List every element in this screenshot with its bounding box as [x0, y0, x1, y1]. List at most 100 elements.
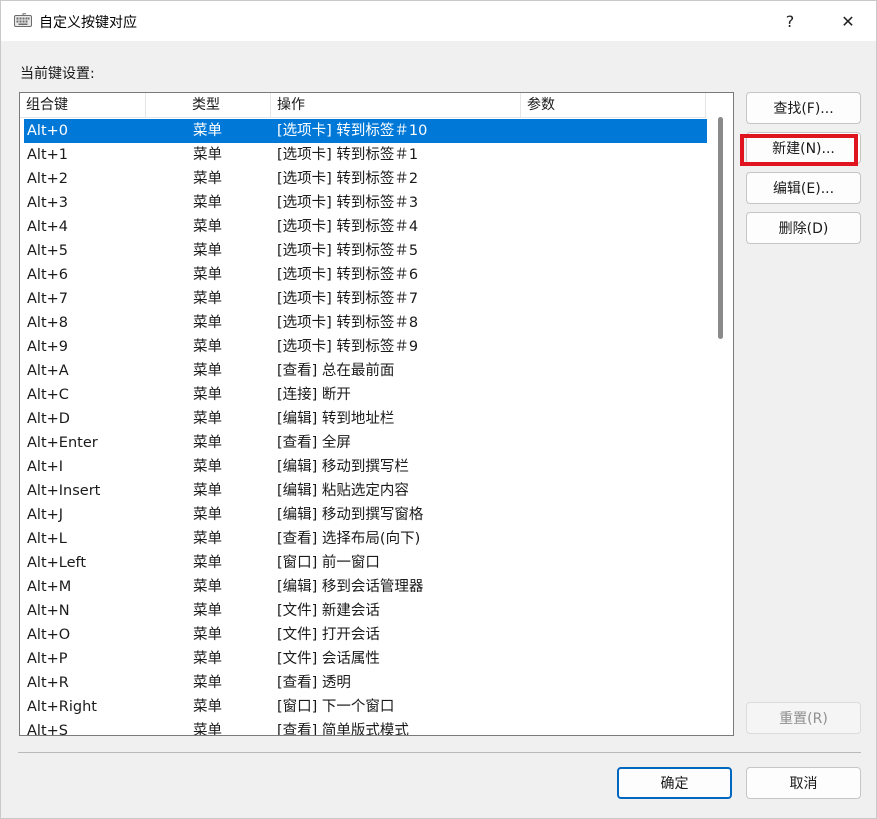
- table-row[interactable]: Alt+D 菜单 [编辑] 转到地址栏: [24, 407, 707, 431]
- row-type-cell: 菜单: [193, 315, 222, 331]
- row-type-cell: 菜单: [193, 651, 222, 667]
- table-row[interactable]: Alt+7 菜单 [选项卡] 转到标签＃7: [24, 287, 707, 311]
- row-type-cell: 菜单: [193, 555, 222, 571]
- row-type-cell: 菜单: [193, 147, 222, 163]
- row-type-cell: 菜单: [193, 243, 222, 259]
- row-action-cell: [编辑] 移动到撰写栏: [277, 459, 409, 475]
- table-row[interactable]: Alt+Right 菜单 [窗口] 下一个窗口: [24, 695, 707, 719]
- row-key-cell: Alt+9: [27, 339, 69, 355]
- row-key-cell: Alt+0: [27, 123, 69, 139]
- title-bar[interactable]: 自定义按键对应 ? ✕: [1, 1, 876, 41]
- row-key-cell: Alt+O: [27, 627, 71, 643]
- row-action-cell: [文件] 新建会话: [277, 603, 380, 619]
- table-row[interactable]: Alt+M 菜单 [编辑] 移到会话管理器: [24, 575, 707, 599]
- table-row[interactable]: Alt+R 菜单 [查看] 透明: [24, 671, 707, 695]
- ok-button[interactable]: 确定: [617, 767, 732, 799]
- row-type-cell: 菜单: [193, 267, 222, 283]
- row-key-cell: Alt+C: [27, 387, 69, 403]
- table-row[interactable]: Alt+0 菜单 [选项卡] 转到标签＃10: [24, 119, 707, 143]
- row-action-cell: [连接] 断开: [277, 387, 351, 403]
- row-key-cell: Alt+Left: [27, 555, 87, 571]
- table-row[interactable]: Alt+L 菜单 [查看] 选择布局(向下): [24, 527, 707, 551]
- scrollbar-thumb[interactable]: [718, 117, 723, 339]
- table-row[interactable]: Alt+O 菜单 [文件] 打开会话: [24, 623, 707, 647]
- key-mapping-list[interactable]: 组合键 类型 操作 参数 Alt+0 菜单 [选项卡] 转到标签＃10 Alt+1 菜单…: [19, 92, 734, 736]
- table-row[interactable]: Alt+6 菜单 [选项卡] 转到标签＃6: [24, 263, 707, 287]
- table-row[interactable]: Alt+S 菜单 [查看] 简单版式模式: [24, 719, 707, 736]
- key-mapping-dialog: 自定义按键对应 ? ✕ 当前键设置: 组合键 类型 操作 参数 Alt+0 菜单 […: [0, 0, 877, 819]
- row-action-cell: [选项卡] 转到标签＃3: [277, 195, 419, 211]
- vertical-scrollbar[interactable]: [707, 93, 733, 735]
- row-action-cell: [编辑] 粘贴选定内容: [277, 483, 409, 499]
- table-row[interactable]: Alt+Enter 菜单 [查看] 全屏: [24, 431, 707, 455]
- row-type-cell: 菜单: [193, 219, 222, 235]
- column-header-action[interactable]: 操作: [271, 93, 521, 117]
- row-type-cell: 菜单: [193, 291, 222, 307]
- row-type-cell: 菜单: [193, 507, 222, 523]
- row-action-cell: [选项卡] 转到标签＃7: [277, 291, 419, 307]
- highlight-box: [740, 134, 858, 166]
- table-row[interactable]: Alt+3 菜单 [选项卡] 转到标签＃3: [24, 191, 707, 215]
- cancel-button[interactable]: 取消: [746, 767, 861, 799]
- row-action-cell: [选项卡] 转到标签＃1: [277, 147, 419, 163]
- row-type-cell: 菜单: [193, 531, 222, 547]
- window-title: 自定义按键对应: [39, 15, 137, 31]
- row-action-cell: [文件] 会话属性: [277, 651, 380, 667]
- row-type-cell: 菜单: [193, 435, 222, 451]
- close-button[interactable]: ✕: [819, 1, 877, 41]
- row-action-cell: [查看] 选择布局(向下): [277, 531, 421, 547]
- row-key-cell: Alt+S: [27, 723, 68, 736]
- row-action-cell: [选项卡] 转到标签＃9: [277, 339, 419, 355]
- row-key-cell: Alt+1: [27, 147, 69, 163]
- row-key-cell: Alt+Insert: [27, 483, 101, 499]
- column-header-key[interactable]: 组合键: [20, 93, 146, 117]
- column-header-param[interactable]: 参数: [521, 93, 706, 117]
- row-key-cell: Alt+7: [27, 291, 69, 307]
- table-row[interactable]: Alt+P 菜单 [文件] 会话属性: [24, 647, 707, 671]
- table-row[interactable]: Alt+2 菜单 [选项卡] 转到标签＃2: [24, 167, 707, 191]
- column-header-type[interactable]: 类型: [146, 93, 271, 117]
- delete-button[interactable]: 删除(D): [746, 212, 861, 244]
- edit-button[interactable]: 编辑(E)...: [746, 172, 861, 204]
- row-type-cell: 菜单: [193, 459, 222, 475]
- table-row[interactable]: Alt+Left 菜单 [窗口] 前一窗口: [24, 551, 707, 575]
- row-key-cell: Alt+L: [27, 531, 67, 547]
- list-header: 组合键 类型 操作 参数: [20, 93, 706, 118]
- table-row[interactable]: Alt+A 菜单 [查看] 总在最前面: [24, 359, 707, 383]
- table-row[interactable]: Alt+5 菜单 [选项卡] 转到标签＃5: [24, 239, 707, 263]
- reset-button[interactable]: 重置(R): [746, 702, 861, 734]
- row-type-cell: 菜单: [193, 483, 222, 499]
- row-action-cell: [选项卡] 转到标签＃5: [277, 243, 419, 259]
- table-row[interactable]: Alt+4 菜单 [选项卡] 转到标签＃4: [24, 215, 707, 239]
- table-row[interactable]: Alt+J 菜单 [编辑] 移动到撰写窗格: [24, 503, 707, 527]
- row-action-cell: [查看] 透明: [277, 675, 351, 691]
- row-action-cell: [文件] 打开会话: [277, 627, 380, 643]
- row-action-cell: [编辑] 移动到撰写窗格: [277, 507, 424, 523]
- find-button[interactable]: 查找(F)...: [746, 92, 861, 124]
- divider: [18, 752, 861, 753]
- row-type-cell: 菜单: [193, 123, 222, 139]
- help-button[interactable]: ?: [761, 1, 819, 41]
- row-key-cell: Alt+3: [27, 195, 69, 211]
- row-action-cell: [选项卡] 转到标签＃2: [277, 171, 419, 187]
- keyboard-icon: [14, 13, 32, 27]
- row-action-cell: [选项卡] 转到标签＃4: [277, 219, 419, 235]
- row-type-cell: 菜单: [193, 171, 222, 187]
- row-action-cell: [选项卡] 转到标签＃8: [277, 315, 419, 331]
- table-row[interactable]: Alt+C 菜单 [连接] 断开: [24, 383, 707, 407]
- table-row[interactable]: Alt+9 菜单 [选项卡] 转到标签＃9: [24, 335, 707, 359]
- row-type-cell: 菜单: [193, 627, 222, 643]
- row-key-cell: Alt+Right: [27, 699, 97, 715]
- table-row[interactable]: Alt+I 菜单 [编辑] 移动到撰写栏: [24, 455, 707, 479]
- table-row[interactable]: Alt+8 菜单 [选项卡] 转到标签＃8: [24, 311, 707, 335]
- list-rows: Alt+0 菜单 [选项卡] 转到标签＃10 Alt+1 菜单 [选项卡] 转到标签＃1 A…: [24, 119, 707, 736]
- table-row[interactable]: Alt+Insert 菜单 [编辑] 粘贴选定内容: [24, 479, 707, 503]
- row-action-cell: [编辑] 移到会话管理器: [277, 579, 424, 595]
- row-key-cell: Alt+A: [27, 363, 69, 379]
- row-action-cell: [选项卡] 转到标签＃10: [277, 123, 428, 139]
- row-type-cell: 菜单: [193, 411, 222, 427]
- table-row[interactable]: Alt+1 菜单 [选项卡] 转到标签＃1: [24, 143, 707, 167]
- row-type-cell: 菜单: [193, 363, 222, 379]
- table-row[interactable]: Alt+N 菜单 [文件] 新建会话: [24, 599, 707, 623]
- row-key-cell: Alt+6: [27, 267, 69, 283]
